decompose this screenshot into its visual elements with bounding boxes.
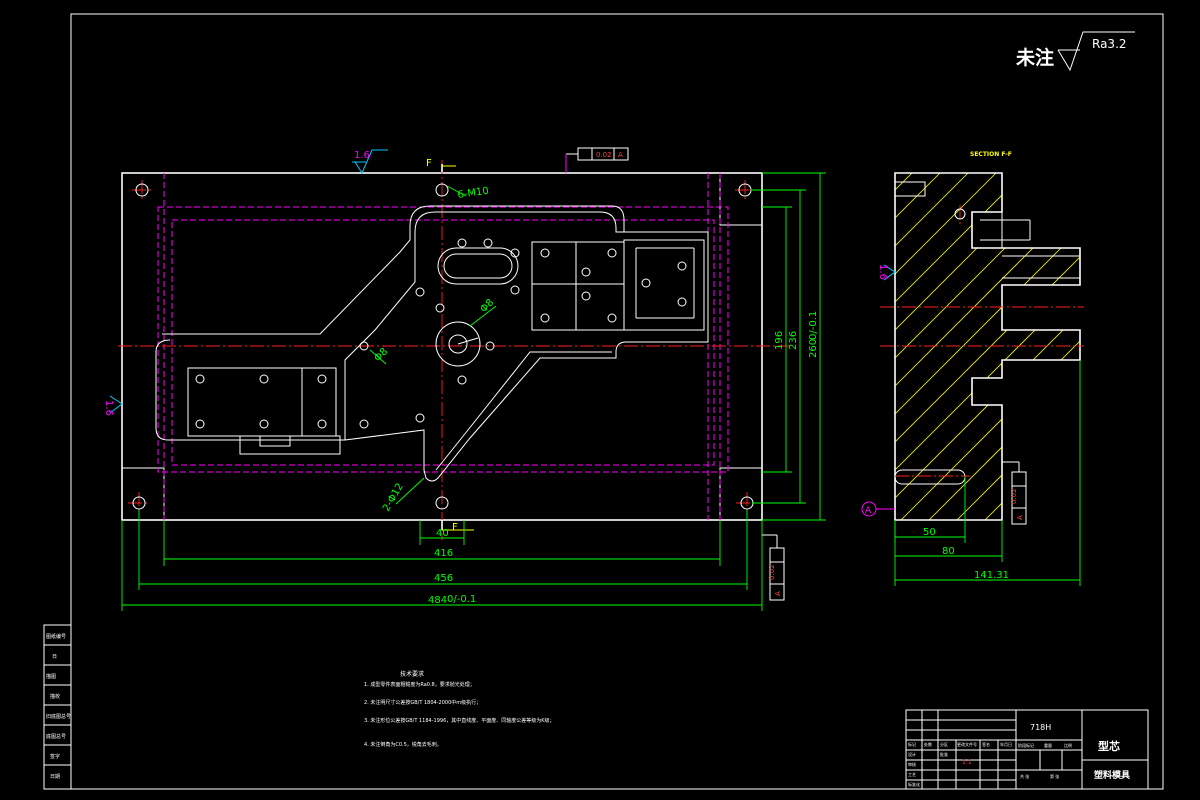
svg-text:比例: 比例: [1064, 742, 1072, 748]
dimension-section-b: 80: [895, 520, 1003, 562]
svg-text:416: 416: [434, 548, 453, 559]
svg-text:260: 260: [808, 339, 819, 358]
left-strip: 图纸编号 日 描图 描校 旧底图总号 底图总号 签字 日期: [46, 633, 71, 780]
flatness-frame: 0.02 A: [565, 147, 629, 173]
part-name: 型芯: [1098, 739, 1120, 753]
svg-text:0.02: 0.02: [596, 151, 612, 159]
strip-cell: 签字: [50, 753, 60, 760]
material: 718H: [1030, 723, 1051, 732]
svg-text:40: 40: [436, 528, 449, 539]
hole-callout-bottom: 2-Φ12: [381, 477, 425, 514]
plan-view: F F 6-M10 Φ8 Φ8 2-Φ12 1.6 1.6 0.02 A 40 …: [103, 147, 826, 611]
svg-text:196: 196: [774, 331, 785, 350]
svg-text:处数: 处数: [924, 741, 932, 747]
strip-cell: 日期: [50, 774, 60, 780]
note-item: 3. 未注形位公差按GB/T 1184-1996，其中直线度、平面度、同轴度公差…: [364, 717, 555, 724]
roughness-prefix: 未注: [1015, 46, 1054, 69]
svg-text:456: 456: [434, 573, 453, 584]
svg-text:0.02: 0.02: [1010, 488, 1018, 504]
datum-marker: A: [861, 501, 895, 517]
surface-callout-left: 1.6: [103, 395, 123, 416]
drawing-name: 塑料模具: [1094, 769, 1130, 781]
sheet-frame: [43, 13, 1164, 790]
note-item: 1. 成型零件表面粗糙度为Ra0.8，要求抛光处理；: [364, 681, 475, 688]
svg-text:236: 236: [788, 331, 799, 350]
strip-cell: 描图: [46, 673, 56, 680]
svg-text:签名: 签名: [982, 741, 990, 747]
cad-drawing: 图纸编号 日 描图 描校 旧底图总号 底图总号 签字 日期 未注 Ra3.2 F…: [43, 13, 1164, 790]
section-title: SECTION F-F: [970, 151, 1012, 158]
svg-text:分区: 分区: [940, 741, 948, 747]
roughness-note: 未注 Ra3.2: [1015, 31, 1135, 72]
scale: 1:1: [962, 759, 972, 766]
parallel-frame-left: 0.02 A: [762, 534, 785, 601]
roughness-value: Ra3.2: [1092, 37, 1127, 51]
parallel-frame-right: 0.02 A: [1002, 461, 1027, 525]
section-view: SECTION F-F 1.6 A 0.02 A 50 80 141.31: [861, 151, 1084, 586]
surface-callout-section: 1.6: [877, 264, 896, 281]
svg-text:6-M10: 6-M10: [457, 186, 490, 201]
svg-text:A: A: [1016, 515, 1024, 520]
svg-text:2-Φ12: 2-Φ12: [381, 482, 406, 514]
hole-callout-upper: Φ8: [469, 297, 497, 327]
notes-title: 技术要求: [400, 670, 424, 678]
svg-text:0/-0.1: 0/-0.1: [808, 311, 819, 340]
svg-text:Φ8: Φ8: [478, 297, 496, 315]
hole-callout-thread: 6-M10: [446, 185, 490, 201]
left-block: [187, 367, 337, 437]
section-marker-top: F: [426, 158, 456, 172]
hidden-boundary-outer: [157, 206, 729, 473]
note-item: 2. 未注明尺寸公差按GB/T 1804-2000中m级执行；: [364, 699, 481, 706]
note-item: 4. 未注倒角为C0.5，锐角去毛刺。: [364, 741, 442, 748]
strip-cell: 日: [52, 654, 57, 660]
svg-text:第 张: 第 张: [1050, 773, 1059, 779]
svg-text:484: 484: [428, 595, 447, 606]
dimension-section-a: 50: [894, 476, 966, 543]
strip-cell: 图纸编号: [46, 633, 66, 640]
svg-text:A: A: [618, 151, 623, 159]
svg-text:批准: 批准: [940, 751, 948, 757]
surface-callout-top: 1.6: [352, 149, 388, 175]
technical-notes: 技术要求 1. 成型零件表面粗糙度为Ra0.8，要求抛光处理； 2. 未注明尺寸…: [364, 670, 555, 748]
svg-text:共 张: 共 张: [1020, 773, 1029, 779]
core-outline: [155, 211, 709, 482]
svg-text:标记: 标记: [908, 741, 916, 747]
svg-text:0.02: 0.02: [768, 564, 776, 580]
strip-cell: 底图总号: [46, 733, 66, 740]
cavity-slot: [437, 247, 519, 285]
svg-text:A: A: [865, 506, 872, 516]
svg-text:80: 80: [942, 546, 955, 557]
svg-text:年月日: 年月日: [1000, 741, 1012, 747]
svg-text:141.31: 141.31: [974, 570, 1009, 581]
svg-text:Φ8: Φ8: [372, 346, 390, 364]
svg-text:重量: 重量: [1044, 742, 1052, 748]
title-block: 718H 型芯 塑料模具 1:1 标记 处数 分区 更改文件号 签名 年月日 设…: [905, 709, 1149, 790]
svg-text:阶段标记: 阶段标记: [1018, 742, 1034, 748]
svg-text:标准化: 标准化: [908, 781, 920, 787]
section-outline: [894, 172, 1081, 521]
svg-text:1.6: 1.6: [877, 264, 888, 280]
svg-text:1.6: 1.6: [103, 400, 114, 416]
svg-text:F: F: [426, 158, 432, 169]
strip-cell: 描校: [50, 693, 60, 700]
svg-text:0/-0.1: 0/-0.1: [447, 594, 476, 605]
svg-text:设计: 设计: [908, 751, 916, 757]
svg-text:审核: 审核: [908, 761, 916, 767]
insert-block: [531, 241, 625, 331]
dimension-section-total: 141.31: [894, 360, 1081, 586]
svg-text:1.6: 1.6: [354, 150, 370, 161]
hole-callout-left: Φ8: [369, 346, 390, 365]
svg-text:更改文件号: 更改文件号: [957, 741, 977, 747]
svg-text:A: A: [774, 591, 782, 596]
svg-text:F: F: [452, 522, 458, 533]
svg-text:50: 50: [923, 527, 936, 538]
svg-text:工艺: 工艺: [908, 772, 916, 777]
strip-cell: 旧底图总号: [46, 713, 71, 720]
